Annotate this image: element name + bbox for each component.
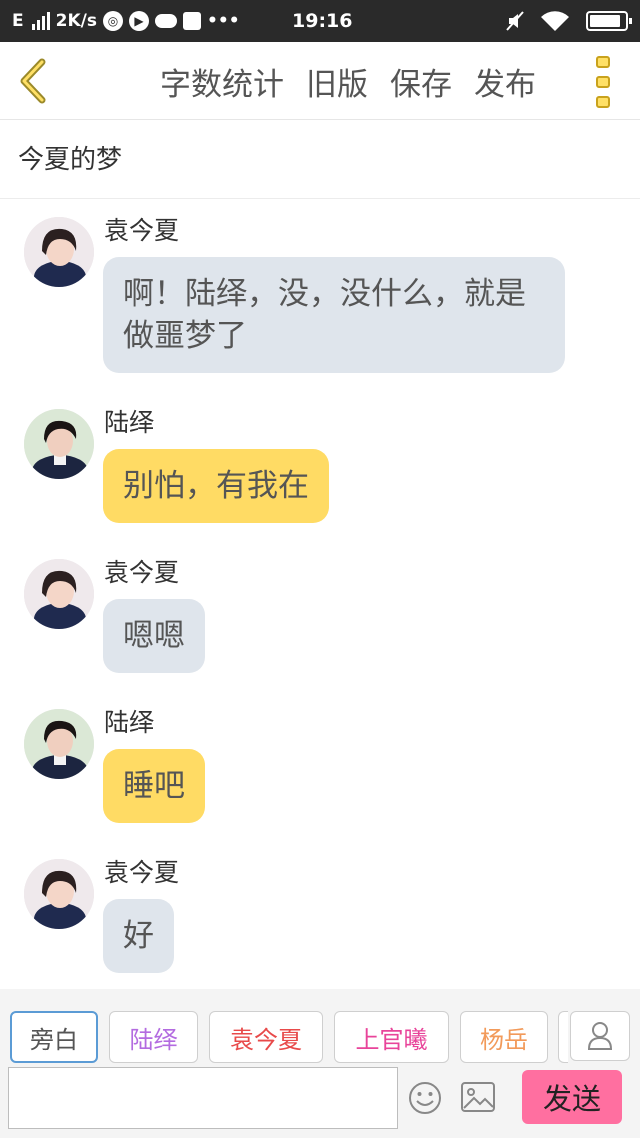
speaker-name: 陆绎 xyxy=(104,708,155,737)
signal-icon xyxy=(31,12,50,30)
more-options-icon[interactable] xyxy=(596,56,614,108)
message-bubble: 好 xyxy=(103,899,174,973)
add-role-button[interactable] xyxy=(570,1011,630,1061)
cloud-icon xyxy=(154,14,177,28)
avatar xyxy=(24,859,94,929)
role-label: 旁白 xyxy=(30,1025,78,1054)
role-label: 杨岳 xyxy=(480,1025,528,1054)
message-input[interactable] xyxy=(8,1067,398,1129)
input-bar: 发送 xyxy=(0,1067,640,1138)
clock: 19:16 xyxy=(292,10,353,32)
user-icon xyxy=(587,1022,613,1050)
speaker-name: 袁今夏 xyxy=(104,558,180,587)
speaker-name: 袁今夏 xyxy=(104,216,180,245)
speaker-name: 袁今夏 xyxy=(104,858,180,887)
role-button-yuan-jinxia[interactable]: 袁今夏 xyxy=(209,1011,323,1063)
message-bubble: 嗯嗯 xyxy=(103,599,205,673)
role-button-yang-yue[interactable]: 杨岳 xyxy=(460,1011,548,1063)
role-button-partial[interactable] xyxy=(558,1011,568,1063)
role-button-narrator[interactable]: 旁白 xyxy=(10,1011,98,1063)
old-version-button[interactable]: 旧版 xyxy=(306,59,368,104)
chat-list: 袁今夏 啊！陆绎，没，没什么，就是做噩梦了 陆绎 别怕，有我在 袁今夏 嗯嗯 陆… xyxy=(0,199,640,989)
carrier-label: E xyxy=(12,11,24,31)
avatar xyxy=(24,409,94,479)
story-title: 今夏的梦 xyxy=(18,145,123,175)
role-label: 陆绎 xyxy=(129,1025,178,1054)
avatar xyxy=(24,217,94,287)
back-button[interactable] xyxy=(14,56,54,106)
chevron-left-icon xyxy=(20,58,46,104)
story-title-bar[interactable]: 今夏的梦 xyxy=(0,121,640,199)
battery-icon xyxy=(586,11,632,31)
publish-button[interactable]: 发布 xyxy=(474,59,536,104)
status-right xyxy=(506,0,632,42)
app-notification-icon: ◎ xyxy=(102,11,123,31)
emoji-button[interactable] xyxy=(408,1081,442,1115)
wifi-icon xyxy=(541,11,569,32)
avatar xyxy=(24,709,94,779)
image-icon xyxy=(461,1082,495,1112)
send-button[interactable]: 发送 xyxy=(522,1070,622,1124)
role-button-shangguan-xi[interactable]: 上官曦 xyxy=(334,1011,449,1063)
mute-icon xyxy=(506,11,524,31)
play-icon: ▶ xyxy=(128,11,149,31)
message-bubble: 别怕，有我在 xyxy=(103,449,329,523)
role-button-lu-yi[interactable]: 陆绎 xyxy=(109,1011,198,1063)
status-left: E 2K/s ◎ ▶ ••• xyxy=(12,0,240,42)
message-bubble: 睡吧 xyxy=(103,749,205,823)
avatar xyxy=(24,559,94,629)
word-count-button[interactable]: 字数统计 xyxy=(160,59,284,104)
top-bar: 字数统计 旧版 保存 发布 xyxy=(0,42,640,120)
role-label: 上官曦 xyxy=(355,1025,428,1054)
save-button[interactable]: 保存 xyxy=(390,59,452,104)
status-bar: E 2K/s ◎ ▶ ••• 19:16 xyxy=(0,0,640,42)
speaker-name: 陆绎 xyxy=(104,408,155,437)
bag-icon xyxy=(182,12,201,30)
smiley-icon xyxy=(409,1082,441,1114)
image-button[interactable] xyxy=(460,1081,496,1113)
network-speed: 2K/s xyxy=(55,11,97,31)
role-selector-bar: 旁白 陆绎 袁今夏 上官曦 杨岳 xyxy=(0,989,640,1067)
header-actions: 字数统计 旧版 保存 发布 xyxy=(160,42,536,120)
role-label: 袁今夏 xyxy=(230,1025,302,1054)
more-notifications-icon: ••• xyxy=(206,11,240,31)
message-bubble: 啊！陆绎，没，没什么，就是做噩梦了 xyxy=(103,257,565,373)
